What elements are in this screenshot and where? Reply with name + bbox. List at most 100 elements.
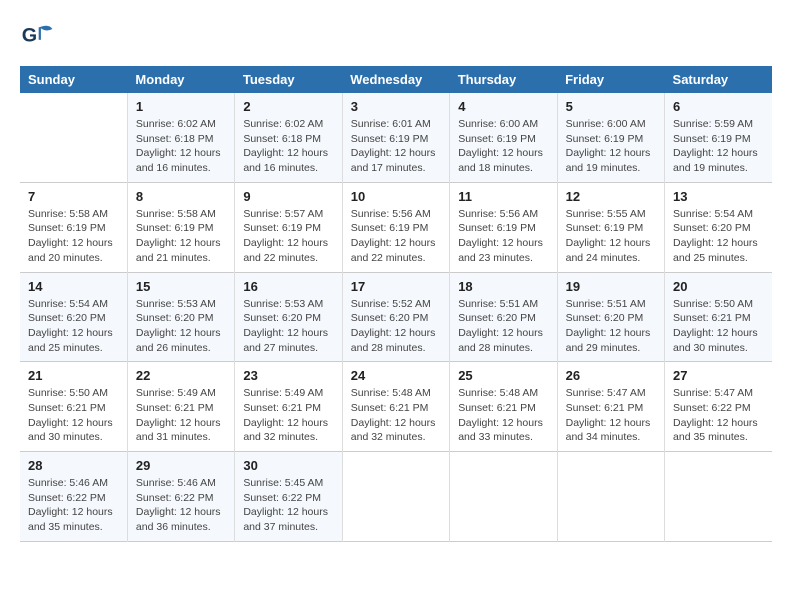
day-info: Sunrise: 5:49 AM Sunset: 6:21 PM Dayligh… [136,386,226,445]
day-info: Sunrise: 5:56 AM Sunset: 6:19 PM Dayligh… [351,207,441,266]
day-info: Sunrise: 5:51 AM Sunset: 6:20 PM Dayligh… [458,297,548,356]
col-header-wednesday: Wednesday [342,66,449,93]
day-number: 5 [566,99,656,114]
day-info: Sunrise: 5:54 AM Sunset: 6:20 PM Dayligh… [673,207,764,266]
day-number: 18 [458,279,548,294]
day-number: 13 [673,189,764,204]
day-info: Sunrise: 5:58 AM Sunset: 6:19 PM Dayligh… [136,207,226,266]
calendar-cell: 28 Sunrise: 5:46 AM Sunset: 6:22 PM Dayli… [20,452,127,542]
day-info: Sunrise: 5:55 AM Sunset: 6:19 PM Dayligh… [566,207,656,266]
calendar-cell [342,452,449,542]
day-number: 8 [136,189,226,204]
calendar-cell: 25 Sunrise: 5:48 AM Sunset: 6:21 PM Dayli… [450,362,557,452]
day-info: Sunrise: 5:45 AM Sunset: 6:22 PM Dayligh… [243,476,333,535]
calendar-cell: 29Sunrise: 5:46 AM Sunset: 6:22 PM Dayli… [127,452,234,542]
calendar-cell: 22Sunrise: 5:49 AM Sunset: 6:21 PM Dayli… [127,362,234,452]
day-number: 16 [243,279,333,294]
day-number: 24 [351,368,441,383]
calendar-cell [665,452,772,542]
day-number: 1 [136,99,226,114]
day-info: Sunrise: 6:02 AM Sunset: 6:18 PM Dayligh… [243,117,333,176]
day-number: 4 [458,99,548,114]
day-number: 30 [243,458,333,473]
week-row-1: 1 Sunrise: 6:02 AM Sunset: 6:18 PM Daylig… [20,93,772,182]
calendar-cell: 6 Sunrise: 5:59 AM Sunset: 6:19 PM Daylig… [665,93,772,182]
day-info: Sunrise: 5:54 AM Sunset: 6:20 PM Dayligh… [28,297,119,356]
week-row-4: 21Sunrise: 5:50 AM Sunset: 6:21 PM Dayli… [20,362,772,452]
calendar-cell: 24 Sunrise: 5:48 AM Sunset: 6:21 PM Dayli… [342,362,449,452]
week-row-3: 14 Sunrise: 5:54 AM Sunset: 6:20 PM Dayli… [20,272,772,362]
calendar-cell: 1 Sunrise: 6:02 AM Sunset: 6:18 PM Daylig… [127,93,234,182]
col-header-monday: Monday [127,66,234,93]
week-row-2: 7 Sunrise: 5:58 AM Sunset: 6:19 PM Daylig… [20,182,772,272]
day-number: 19 [566,279,656,294]
day-number: 2 [243,99,333,114]
day-info: Sunrise: 5:50 AM Sunset: 6:21 PM Dayligh… [28,386,119,445]
calendar-cell: 4 Sunrise: 6:00 AM Sunset: 6:19 PM Daylig… [450,93,557,182]
calendar-cell: 21Sunrise: 5:50 AM Sunset: 6:21 PM Dayli… [20,362,127,452]
day-info: Sunrise: 6:00 AM Sunset: 6:19 PM Dayligh… [566,117,656,176]
day-info: Sunrise: 6:00 AM Sunset: 6:19 PM Dayligh… [458,117,548,176]
calendar-cell: 16Sunrise: 5:53 AM Sunset: 6:20 PM Dayli… [235,272,342,362]
page-header: G [20,20,772,56]
day-info: Sunrise: 5:51 AM Sunset: 6:20 PM Dayligh… [566,297,656,356]
day-number: 3 [351,99,441,114]
calendar-cell: 5 Sunrise: 6:00 AM Sunset: 6:19 PM Daylig… [557,93,664,182]
day-info: Sunrise: 5:46 AM Sunset: 6:22 PM Dayligh… [28,476,119,535]
calendar-cell: 3 Sunrise: 6:01 AM Sunset: 6:19 PM Daylig… [342,93,449,182]
day-info: Sunrise: 5:47 AM Sunset: 6:22 PM Dayligh… [673,386,764,445]
day-info: Sunrise: 5:50 AM Sunset: 6:21 PM Dayligh… [673,297,764,356]
calendar-cell [20,93,127,182]
col-header-sunday: Sunday [20,66,127,93]
day-info: Sunrise: 5:48 AM Sunset: 6:21 PM Dayligh… [458,386,548,445]
day-info: Sunrise: 6:02 AM Sunset: 6:18 PM Dayligh… [136,117,226,176]
calendar-cell: 14 Sunrise: 5:54 AM Sunset: 6:20 PM Dayli… [20,272,127,362]
calendar-cell [557,452,664,542]
calendar-cell: 10 Sunrise: 5:56 AM Sunset: 6:19 PM Dayli… [342,182,449,272]
svg-text:G: G [22,25,37,47]
calendar-table: SundayMondayTuesdayWednesdayThursdayFrid… [20,66,772,542]
calendar-cell [450,452,557,542]
calendar-cell: 11Sunrise: 5:56 AM Sunset: 6:19 PM Dayli… [450,182,557,272]
calendar-cell: 2 Sunrise: 6:02 AM Sunset: 6:18 PM Daylig… [235,93,342,182]
day-info: Sunrise: 5:52 AM Sunset: 6:20 PM Dayligh… [351,297,441,356]
day-info: Sunrise: 5:59 AM Sunset: 6:19 PM Dayligh… [673,117,764,176]
week-row-5: 28 Sunrise: 5:46 AM Sunset: 6:22 PM Dayli… [20,452,772,542]
day-number: 6 [673,99,764,114]
calendar-cell: 8 Sunrise: 5:58 AM Sunset: 6:19 PM Daylig… [127,182,234,272]
calendar-cell: 23 Sunrise: 5:49 AM Sunset: 6:21 PM Dayli… [235,362,342,452]
day-number: 14 [28,279,119,294]
day-info: Sunrise: 5:56 AM Sunset: 6:19 PM Dayligh… [458,207,548,266]
day-number: 7 [28,189,119,204]
col-header-tuesday: Tuesday [235,66,342,93]
day-number: 10 [351,189,441,204]
day-number: 23 [243,368,333,383]
day-number: 15 [136,279,226,294]
day-info: Sunrise: 6:01 AM Sunset: 6:19 PM Dayligh… [351,117,441,176]
calendar-cell: 26 Sunrise: 5:47 AM Sunset: 6:21 PM Dayli… [557,362,664,452]
calendar-cell: 15 Sunrise: 5:53 AM Sunset: 6:20 PM Dayli… [127,272,234,362]
day-number: 20 [673,279,764,294]
day-number: 9 [243,189,333,204]
calendar-cell: 30 Sunrise: 5:45 AM Sunset: 6:22 PM Dayli… [235,452,342,542]
calendar-body: 1 Sunrise: 6:02 AM Sunset: 6:18 PM Daylig… [20,93,772,541]
logo: G [20,20,62,56]
calendar-cell: 9Sunrise: 5:57 AM Sunset: 6:19 PM Daylig… [235,182,342,272]
calendar-cell: 17Sunrise: 5:52 AM Sunset: 6:20 PM Dayli… [342,272,449,362]
day-number: 26 [566,368,656,383]
day-number: 28 [28,458,119,473]
day-info: Sunrise: 5:47 AM Sunset: 6:21 PM Dayligh… [566,386,656,445]
header-row: SundayMondayTuesdayWednesdayThursdayFrid… [20,66,772,93]
day-info: Sunrise: 5:48 AM Sunset: 6:21 PM Dayligh… [351,386,441,445]
day-info: Sunrise: 5:49 AM Sunset: 6:21 PM Dayligh… [243,386,333,445]
calendar-cell: 12 Sunrise: 5:55 AM Sunset: 6:19 PM Dayli… [557,182,664,272]
day-number: 12 [566,189,656,204]
calendar-cell: 18 Sunrise: 5:51 AM Sunset: 6:20 PM Dayli… [450,272,557,362]
calendar-cell: 13 Sunrise: 5:54 AM Sunset: 6:20 PM Dayli… [665,182,772,272]
logo-icon: G [20,20,56,56]
day-number: 25 [458,368,548,383]
day-info: Sunrise: 5:53 AM Sunset: 6:20 PM Dayligh… [136,297,226,356]
calendar-cell: 20 Sunrise: 5:50 AM Sunset: 6:21 PM Dayli… [665,272,772,362]
col-header-saturday: Saturday [665,66,772,93]
day-info: Sunrise: 5:58 AM Sunset: 6:19 PM Dayligh… [28,207,119,266]
